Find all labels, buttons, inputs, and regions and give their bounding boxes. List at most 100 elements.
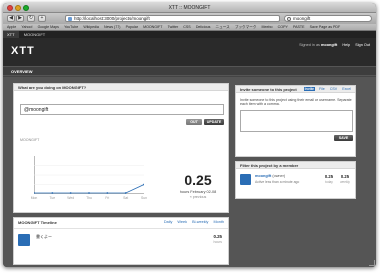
bookmark-item[interactable]: Meebo	[262, 24, 273, 30]
bookmark-item[interactable]: MOONGIFT	[143, 24, 162, 30]
bookmark-item[interactable]: Twitter	[168, 24, 179, 30]
today-label: today	[325, 180, 333, 184]
bookmark-item[interactable]: ブックマーク	[235, 24, 257, 30]
tab-moongift[interactable]: MOONGIFT	[20, 31, 50, 38]
browser-tabs: XTT MOONGIFT	[3, 31, 376, 38]
chart-day-label: Tue	[49, 196, 56, 200]
bookmark-item[interactable]: ニュース	[216, 24, 230, 30]
tab-excel[interactable]: Excel	[341, 87, 352, 91]
reload-button[interactable]: ↻	[27, 15, 35, 22]
filter-week[interactable]: Week	[177, 220, 187, 224]
bookmarks-bar: Apple Yahoo! Google Maps YouTube Wikiped…	[3, 24, 376, 31]
bookmark-item[interactable]: Google Maps	[38, 24, 59, 30]
search-input[interactable]: moongift	[284, 15, 372, 22]
filter-month[interactable]: Month	[213, 220, 224, 224]
chart-point	[88, 192, 90, 194]
timeline-panel: MOONGIFT Timeline Daily Week Bi-weekly M…	[13, 217, 229, 265]
timeline-title: MOONGIFT Timeline	[18, 220, 57, 225]
bookmark-item[interactable]: PASTE	[293, 24, 305, 30]
chart-point	[69, 192, 72, 194]
search-icon	[287, 17, 291, 21]
filter-panel: Filter this project by a member moongift…	[235, 161, 356, 199]
title-bar: XTT :: MOONGIFT	[3, 3, 376, 13]
bookmark-item[interactable]: Delicious	[196, 24, 211, 30]
weekly-label: weekly	[340, 180, 350, 184]
chart-day-label: Sat	[123, 196, 129, 200]
filter-bi-weekly[interactable]: Bi-weekly	[192, 220, 208, 224]
avatar[interactable]	[18, 234, 30, 246]
chart-day-label: Mon	[30, 196, 38, 200]
bookmark-item[interactable]: Yahoo!	[21, 24, 32, 30]
timeline-entry-value: 0.25	[213, 234, 222, 239]
help-link[interactable]: Help	[342, 43, 350, 47]
nav-overview[interactable]: OVERVIEW	[11, 69, 33, 74]
save-button[interactable]: SAVE	[334, 135, 353, 141]
chart-day-label: Sun	[140, 196, 148, 200]
current-user-link[interactable]: moongift	[321, 43, 337, 47]
update-button[interactable]: UPDATE	[204, 119, 224, 125]
tab-invite[interactable]: Invite	[303, 87, 316, 91]
window-title: XTT :: MOONGIFT	[168, 5, 211, 11]
chart-point	[34, 192, 35, 194]
tab-file[interactable]: File	[318, 87, 326, 91]
member-name[interactable]: moongift (owner)	[255, 174, 285, 178]
timeline-divider	[14, 228, 228, 229]
total-hours: 0.25	[184, 172, 212, 188]
chart-series-line	[34, 184, 144, 194]
account-links: Signed in as moongift Help Sign Out	[299, 43, 370, 47]
add-bookmark-button[interactable]: +	[38, 15, 46, 22]
status-panel: What are you doing on MOONGIFT? @moongif…	[13, 83, 229, 213]
today-hours: 0.25	[324, 174, 334, 179]
browser-toolbar: ◀ ▶ ↻ + http://localhost:3000/projects/m…	[3, 13, 376, 24]
status-panel-title: What are you doing on MOONGIFT?	[14, 84, 228, 91]
chart-day-label: Wed	[67, 196, 75, 200]
member-last-active: Active less than a minute ago	[255, 180, 300, 184]
bookmark-item[interactable]: Save Page as PDF	[310, 24, 341, 30]
bookmark-item[interactable]: Wikipedia	[83, 24, 99, 30]
search-value: moongift	[293, 16, 311, 21]
chart-day-label: Thu	[86, 196, 92, 200]
weekly-hours: 0.25	[340, 174, 350, 179]
chart-point	[124, 192, 127, 194]
address-url: http://localhost:3000/projects/moongift	[74, 16, 150, 21]
chart-day-label: Fri	[105, 196, 110, 200]
browser-window: XTT :: MOONGIFT ◀ ▶ ↻ + http://localhost…	[3, 3, 376, 267]
out-button[interactable]: OUT	[186, 119, 202, 125]
chart-day-labels: Mon Tue Wed Thu Fri Sat Sun	[31, 196, 147, 201]
filter-daily[interactable]: Daily	[164, 220, 172, 224]
invite-instructions: Invite someone to this project using the…	[240, 98, 352, 107]
bookmark-item[interactable]: YouTube	[64, 24, 78, 30]
address-bar[interactable]: http://localhost:3000/projects/moongift	[65, 15, 280, 22]
invite-textarea[interactable]	[240, 110, 353, 132]
main-content: What are you doing on MOONGIFT? @moongif…	[3, 77, 376, 267]
hours-date-range: hours February 02-08	[179, 190, 217, 194]
status-input[interactable]: @moongift	[20, 104, 224, 115]
app-logo[interactable]: XTT	[11, 45, 35, 57]
signed-in-label: Signed in as	[299, 43, 320, 47]
app-header: XTT Signed in as moongift Help Sign Out	[3, 38, 376, 66]
back-button[interactable]: ◀	[7, 15, 15, 22]
forward-button[interactable]: ▶	[16, 15, 24, 22]
tab-csv[interactable]: CSV	[329, 87, 338, 91]
site-icon	[68, 17, 72, 21]
bookmark-item[interactable]: Popular	[126, 24, 138, 30]
member-role: (owner)	[272, 174, 286, 178]
timeline-filters: Daily Week Bi-weekly Month	[160, 220, 224, 224]
sign-out-link[interactable]: Sign Out	[355, 43, 370, 47]
bookmark-item[interactable]: News (77)	[104, 24, 120, 30]
sub-navigation: OVERVIEW	[3, 66, 376, 76]
weekly-hours-chart	[34, 165, 144, 194]
member-name-text: moongift	[255, 174, 272, 178]
invite-tabs: Invite File CSV Excel	[302, 87, 352, 92]
timeline-entry-text: 書くよー	[36, 234, 52, 239]
bookmark-item[interactable]: COPY	[278, 24, 288, 30]
chart-point	[51, 192, 54, 194]
bookmark-item[interactable]: CSS	[183, 24, 190, 30]
tab-xtt[interactable]: XTT	[3, 31, 19, 38]
previous-link[interactable]: « previous	[170, 195, 226, 199]
project-section-label: MOONGIFT	[20, 138, 40, 142]
resize-grip[interactable]	[369, 260, 375, 266]
timeline-entry-unit: hours	[213, 240, 222, 244]
bookmark-item[interactable]: Apple	[7, 24, 16, 30]
avatar[interactable]	[240, 174, 251, 185]
